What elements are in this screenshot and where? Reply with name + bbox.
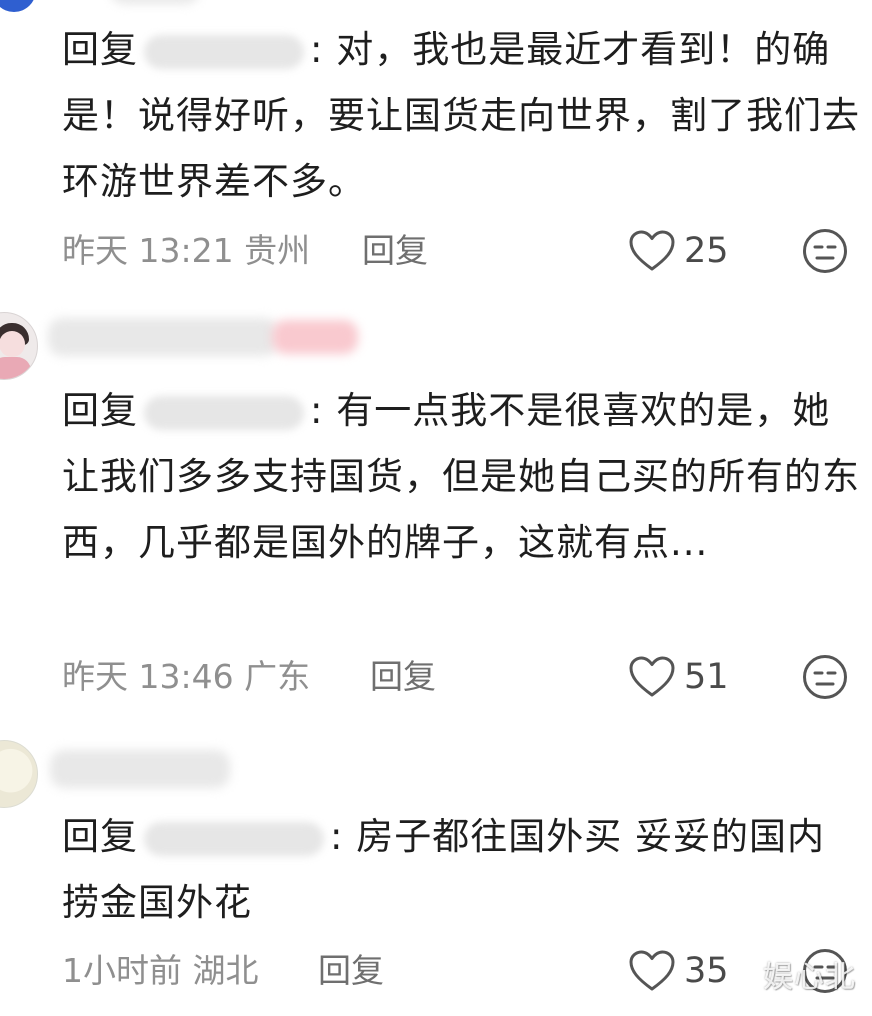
reply-prefix: 回复 <box>62 28 138 71</box>
like-button[interactable]: 35 <box>628 946 736 996</box>
heart-outline-icon <box>629 230 675 271</box>
like-count: 35 <box>684 951 729 991</box>
comment-text[interactable]: 回复: 对，我也是最近才看到！的确是！说得好听，要让国货走向世界，割了我们去环游… <box>62 17 862 215</box>
comment-meta: 昨天 13:21 贵州 回复 25 <box>62 226 852 276</box>
like-button[interactable]: 25 <box>628 226 736 276</box>
avatar-face <box>0 331 25 357</box>
like-count: 25 <box>684 231 729 271</box>
comment-time-location: 1小时前 湖北 <box>62 951 259 990</box>
heart-outline-icon <box>629 656 675 697</box>
heart-outline-icon <box>629 950 675 991</box>
mention-blurred[interactable] <box>144 395 304 430</box>
avatar-body <box>0 357 31 379</box>
comment-text[interactable]: 回复: 有一点我不是很喜欢的是，她让我们多多支持国货，但是她自己买的所有的东西，… <box>62 378 862 576</box>
like-count: 51 <box>684 657 729 697</box>
avatar[interactable] <box>0 740 38 808</box>
comment-time-location: 昨天 13:21 贵州 <box>62 231 311 270</box>
watermark: 娱心北 <box>763 960 856 995</box>
avatar[interactable] <box>0 0 36 12</box>
reply-prefix: 回复 <box>62 815 138 858</box>
username-blurred[interactable] <box>50 750 230 788</box>
username-blurred[interactable] <box>110 0 200 4</box>
mention-blurred[interactable] <box>144 821 324 856</box>
username-blurred[interactable] <box>48 318 278 356</box>
comment-meta: 昨天 13:46 广东 回复 51 <box>62 652 852 702</box>
reply-button[interactable]: 回复 <box>370 652 436 702</box>
comment-meta: 1小时前 湖北 回复 35 <box>62 946 852 996</box>
mention-blurred[interactable] <box>144 34 304 69</box>
avatar[interactable] <box>0 312 38 380</box>
like-button[interactable]: 51 <box>628 652 736 702</box>
reply-button[interactable]: 回复 <box>362 226 428 276</box>
dislike-face-icon[interactable] <box>802 228 848 274</box>
username-badge-blurred <box>272 320 358 354</box>
dislike-face-icon[interactable] <box>802 654 848 700</box>
reply-prefix: 回复 <box>62 389 138 432</box>
comment-time-location: 昨天 13:46 广东 <box>62 657 311 696</box>
comment-text[interactable]: 回复: 房子都往国外买 妥妥的国内捞金国外花 <box>62 804 862 936</box>
reply-button[interactable]: 回复 <box>318 946 384 996</box>
